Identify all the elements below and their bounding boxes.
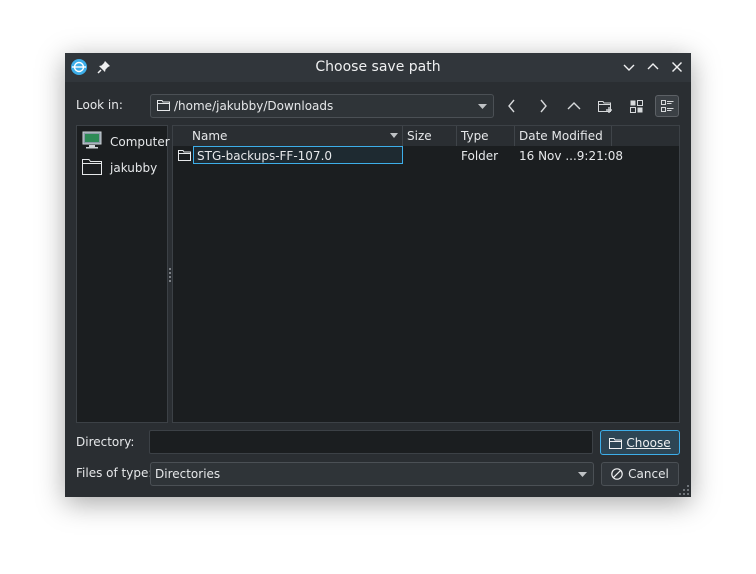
forward-icon [540,99,547,113]
place-item-home[interactable]: jakubby [82,156,166,178]
splitter-handle[interactable] [169,268,171,282]
file-name: STG-backups-FF-107.0 [197,149,333,163]
file-type: Folder [461,149,499,163]
resize-grip-icon[interactable] [679,485,689,495]
chevron-down-icon [578,472,587,477]
places-sidebar: Computer jakubby [76,125,170,423]
look-in-path: /home/jakubby/Downloads [174,99,334,113]
place-label: Computer [110,135,170,149]
choose-button[interactable]: Choose [600,430,680,455]
maximize-icon[interactable] [645,59,661,75]
place-item-computer[interactable]: Computer [82,130,170,152]
detail-view-button[interactable] [655,95,679,117]
minimize-icon[interactable] [621,59,637,75]
parent-directory-button[interactable] [562,95,586,117]
back-button[interactable] [500,95,524,117]
home-folder-icon [82,159,102,175]
window-title: Choose save path [315,59,441,75]
file-date-modified: 16 Nov ...9:21:08 [519,149,624,163]
files-of-type-label: Files of type: [76,466,153,480]
chevron-down-icon [478,104,487,109]
column-header-name[interactable]: Name [173,126,403,146]
files-of-type-value: Directories [155,467,221,481]
place-label: jakubby [110,161,158,175]
up-icon [567,102,581,110]
column-header-date-modified[interactable]: Date Modified [515,126,612,146]
column-label: Type [461,129,489,143]
list-view-button[interactable] [624,95,648,117]
sort-descending-icon [390,133,398,138]
directory-input[interactable] [149,430,593,454]
detail-view-icon [660,99,673,112]
column-header-type[interactable]: Type [457,126,515,146]
cancel-label: Cancel [628,467,669,481]
look-in-combo[interactable]: /home/jakubby/Downloads [150,94,494,118]
file-row[interactable]: STG-backups-FF-107.0 Folder 16 Nov ...9:… [173,146,679,166]
directory-label: Directory: [76,435,135,449]
close-icon[interactable] [669,59,685,75]
cancel-button[interactable]: Cancel [601,462,679,486]
back-icon [508,99,515,113]
folder-open-icon [609,437,623,449]
choose-label: Choose [626,435,671,450]
folder-icon [178,150,191,161]
grid-view-icon [629,99,643,113]
column-label: Size [407,129,432,143]
title-bar[interactable]: Choose save path [65,53,691,82]
look-in-label: Look in: [76,98,123,112]
files-of-type-combo[interactable]: Directories [150,462,594,486]
save-path-dialog: Choose save path Look in: /home/jakubby/… [65,53,691,497]
column-label: Name [192,129,228,143]
file-list-header: Name Size Type Date Modified [173,126,679,146]
forward-button[interactable] [531,95,555,117]
new-folder-icon [597,100,612,113]
column-header-size[interactable]: Size [403,126,457,146]
column-label: Date Modified [519,129,603,143]
new-folder-button[interactable] [593,95,617,117]
computer-icon [82,131,102,149]
cancel-icon [611,468,623,480]
folder-icon [157,100,170,111]
file-list-view[interactable]: Name Size Type Date Modified STG-backups… [172,125,680,423]
